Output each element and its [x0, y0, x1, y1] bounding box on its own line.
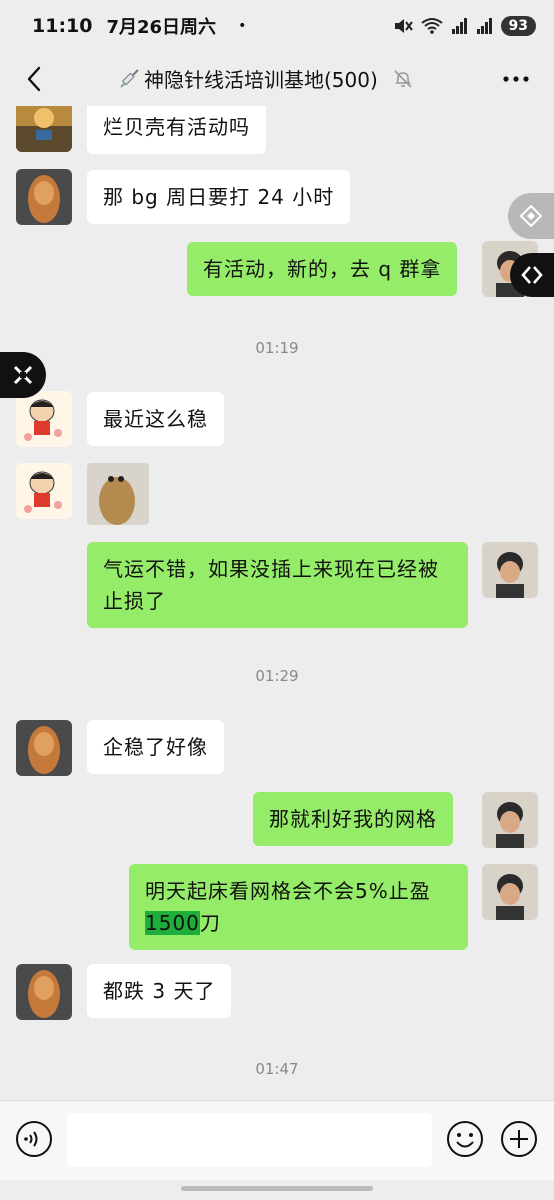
- message-bubble-incoming[interactable]: 都跌 3 天了: [87, 964, 232, 1018]
- avatar-self[interactable]: [482, 792, 538, 848]
- status-dot: •: [238, 18, 247, 34]
- message-bubble-outgoing[interactable]: 那就利好我的网格: [253, 792, 453, 846]
- more-options-button[interactable]: [500, 66, 532, 92]
- status-icons: 93: [393, 16, 536, 36]
- message-text: 刀: [199, 911, 221, 935]
- avatar-bread-cat[interactable]: [16, 720, 72, 776]
- message-bubble-incoming[interactable]: 烂贝壳有活动吗: [87, 106, 266, 154]
- floating-widget-close[interactable]: [0, 352, 46, 398]
- avatar-crayon-shin[interactable]: [16, 391, 72, 447]
- floating-widget-expand[interactable]: [510, 253, 554, 297]
- message-bubble-incoming[interactable]: 那 bg 周日要打 24 小时: [87, 170, 351, 224]
- back-button[interactable]: [20, 64, 50, 94]
- message-input[interactable]: [67, 1113, 432, 1167]
- message-text: 明天起床看网格会不会5%止盈: [145, 879, 431, 903]
- timestamp: 01:19: [255, 339, 299, 357]
- floating-widget-diamond[interactable]: [508, 193, 554, 239]
- emoji-button[interactable]: [446, 1120, 484, 1158]
- message-bubble-outgoing[interactable]: 有活动，新的，去 q 群拿: [187, 242, 458, 296]
- voice-input-button[interactable]: [15, 1120, 53, 1158]
- avatar-crayon-shin[interactable]: [16, 463, 72, 519]
- signal-icon-1: [451, 18, 467, 34]
- status-date: 7月26日周六: [106, 17, 217, 38]
- muted-bell-icon: [394, 69, 412, 88]
- header-title-group: 神隐针线活培训基地(500): [118, 64, 414, 93]
- highlighted-text: 1500: [145, 911, 200, 935]
- signal-icon-2: [476, 18, 492, 34]
- timestamp: 01:29: [255, 667, 299, 685]
- avatar-sunset[interactable]: [16, 106, 72, 152]
- avatar-bread-cat[interactable]: [16, 169, 72, 225]
- expand-arrows-icon: [521, 266, 543, 284]
- status-bar: 11:10 7月26日周六 • 93: [0, 0, 554, 52]
- avatar-bread-cat[interactable]: [16, 964, 72, 1020]
- timestamp: 01:47: [255, 1060, 299, 1078]
- message-bubble-outgoing[interactable]: 明天起床看网格会不会5%止盈 1500刀: [129, 864, 468, 950]
- sticker-image[interactable]: [87, 463, 149, 525]
- close-x-icon: [13, 365, 33, 385]
- diamond-logo-icon: [520, 205, 542, 227]
- status-time: 11:10: [32, 15, 93, 37]
- battery-indicator: 93: [500, 16, 536, 36]
- message-input-bar: [0, 1100, 554, 1180]
- avatar-self[interactable]: [482, 864, 538, 920]
- more-features-button[interactable]: [500, 1120, 538, 1158]
- message-bubble-incoming[interactable]: 企稳了好像: [87, 720, 224, 774]
- syringe-icon: [120, 68, 139, 88]
- message-bubble-incoming[interactable]: 最近这么稳: [87, 392, 224, 446]
- avatar-self[interactable]: [482, 542, 538, 598]
- wifi-icon: [420, 18, 443, 34]
- message-bubble-outgoing[interactable]: 气运不错，如果没插上来现在已经被止损了: [87, 542, 468, 628]
- home-indicator[interactable]: [181, 1186, 373, 1191]
- chat-header: 神隐针线活培训基地(500): [0, 52, 554, 106]
- chat-message-list[interactable]: 烂贝壳有活动吗 那 bg 周日要打 24 小时 有活动，新的，去 q 群拿 01…: [0, 106, 554, 1096]
- chat-title: 神隐针线活培训基地(500): [144, 68, 378, 92]
- mute-icon: [394, 19, 413, 33]
